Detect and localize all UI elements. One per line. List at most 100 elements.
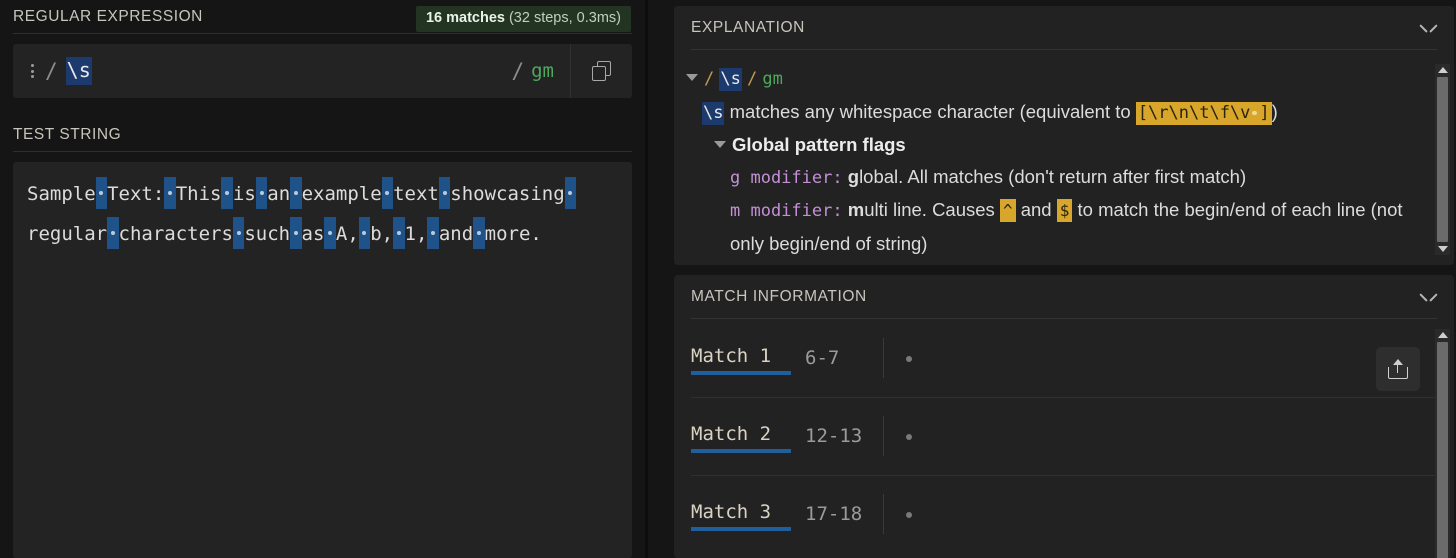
whitespace-match-highlight [324,217,336,249]
whitespace-match-highlight [290,217,302,249]
match-row[interactable]: Match 1 6-7 [674,319,1454,397]
whitespace-token: \s [702,101,725,125]
explanation-pattern-token: \s [719,68,742,91]
left-panel: REGULAR EXPRESSION 16 matches (32 steps,… [0,0,645,558]
m-modifier-colon: : [832,201,843,221]
share-export-icon [1387,358,1409,380]
match-range: 17-18 [805,503,863,525]
scroll-up-arrow-icon[interactable] [1437,332,1448,338]
whitespace-description-tail: ) [1271,100,1278,122]
explanation-pattern-description: \s matches any whitespace character (equ… [686,96,1424,130]
regex-pattern-value[interactable]: \s [65,57,92,85]
share-export-button[interactable] [1376,347,1420,391]
whitespace-match-highlight [290,177,302,209]
match-row[interactable]: Match 2 12-13 [674,397,1454,475]
test-string-word: an [267,183,291,205]
test-string-word: 1, [404,223,428,245]
whitespace-match-highlight [438,177,451,209]
explanation-body: / \s / gm \s matches any whitespace char… [674,50,1454,263]
whitespace-match-highlight [381,177,394,209]
match-information-scrollbar[interactable] [1435,329,1450,558]
test-string-word: Sample [27,183,96,205]
match-label: Match 3 [691,501,795,531]
test-string-word: Text: [107,183,165,205]
whitespace-match-highlight [164,177,176,209]
match-label: Match 2 [691,423,795,453]
triangle-down-icon[interactable] [686,73,698,81]
whitespace-equivalent-highlight: [\r\n\t\f\v] [1135,101,1272,125]
equivalent-open: [\r\n\t\f\v [1137,102,1251,123]
test-string-word: This [175,183,222,205]
m-modifier-description-2: and [1015,199,1057,220]
m-modifier-bold-letter: m [847,199,865,220]
regular-expression-header: REGULAR EXPRESSION 16 matches (32 steps,… [0,0,645,34]
global-pattern-flags-label: Global pattern flags [732,134,906,155]
explanation-scrollbar[interactable] [1435,64,1450,255]
match-row[interactable]: Match 3 17-18 [674,475,1454,553]
m-modifier-label: m modifier [730,201,833,221]
test-string-word: showcasing [450,183,565,205]
flag-row-g: g modifier: global. All matches (don't r… [686,161,1424,195]
whitespace-match-highlight [393,217,405,249]
copy-regex-button[interactable] [570,44,632,98]
copy-icon [591,60,612,82]
space-dot-icon [906,434,912,440]
explanation-flags: gm [762,69,783,89]
global-pattern-flags-row[interactable]: Global pattern flags [686,129,1424,161]
right-panel: EXPLANATION / \s / gm \s matches any whi… [648,0,1456,558]
whitespace-match-highlight [473,217,485,249]
whitespace-match-highlight [221,177,233,209]
g-modifier-bold-letter: g [847,165,860,187]
match-label: Match 1 [691,345,795,375]
explanation-panel: EXPLANATION / \s / gm \s matches any whi… [674,6,1454,265]
match-information-header[interactable]: MATCH INFORMATION [674,275,1454,319]
test-string-word: more. [484,223,542,245]
test-string-word: as [301,223,325,245]
test-string-input[interactable]: Sample Text: This is an example text showcasing… [13,162,632,558]
explanation-slash-open: / [704,69,715,89]
chevron-down-icon[interactable] [1420,23,1437,33]
match-value [884,504,1437,524]
match-information-title: MATCH INFORMATION [691,288,867,305]
dollar-anchor-highlight: $ [1056,199,1073,222]
match-information-panel: MATCH INFORMATION Match 1 6-7 Match 2 12-13… [674,275,1454,558]
match-count-badge: 16 matches (32 steps, 0.3ms) [415,6,631,32]
g-modifier-colon: : [832,167,843,188]
regex-flags-area[interactable]: / gm [511,44,570,98]
flag-row-m: m modifier: multi line. Causes ^ and $ t… [686,194,1424,259]
m-modifier-description-1: ulti line. Causes [864,199,1000,220]
test-string-word: is [232,183,256,205]
scrollbar-thumb[interactable] [1437,77,1448,242]
regex-close-delimiter: / [511,58,525,83]
test-string-title: TEST STRING [13,126,122,143]
chevron-down-icon[interactable] [1420,292,1437,302]
match-count-label: 16 matches [425,10,505,27]
test-string-word: b, [370,223,394,245]
scrollbar-thumb[interactable] [1437,342,1448,558]
regex-flags-value[interactable]: gm [531,60,554,82]
explanation-header[interactable]: EXPLANATION [674,6,1454,50]
kebab-menu-icon[interactable] [29,62,36,80]
explanation-pattern-row[interactable]: / \s / gm [686,62,1424,96]
whitespace-match-highlight [427,217,439,249]
regex-tester-app: REGULAR EXPRESSION 16 matches (32 steps,… [0,0,1456,558]
match-steps-label: (32 steps, 0.3ms) [504,10,621,27]
whitespace-match-highlight [107,217,119,249]
header-divider [13,33,632,34]
scroll-down-arrow-icon[interactable] [1437,246,1448,252]
regex-open-delimiter: / [45,58,58,83]
scroll-up-arrow-icon[interactable] [1437,67,1448,73]
triangle-down-icon-flags[interactable] [714,140,726,148]
test-string-word: such [244,223,291,245]
match-list: Match 1 6-7 Match 2 12-13 Match 3 17-18 [674,319,1454,558]
regex-input-bar[interactable]: / \s / gm [13,44,632,98]
whitespace-match-highlight [95,177,108,209]
whitespace-description-text: matches any whitespace character (equiva… [724,100,1136,122]
regex-pattern-field[interactable]: \s [58,44,512,98]
regex-input-left: / [13,44,58,98]
test-header-divider [13,151,632,152]
whitespace-match-highlight [358,217,371,249]
match-range: 12-13 [805,425,863,447]
match-value [884,426,1437,446]
test-string-word: text [393,183,439,205]
